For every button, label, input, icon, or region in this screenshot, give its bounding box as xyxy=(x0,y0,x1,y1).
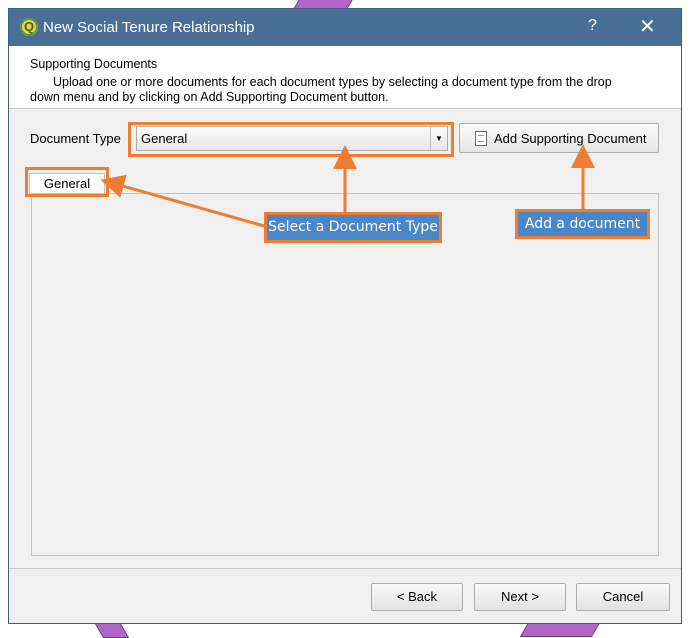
wizard-header: Supporting Documents Upload one or more … xyxy=(9,46,681,109)
tab-content-pane xyxy=(31,193,659,556)
footer-divider xyxy=(9,568,681,569)
page-title: Supporting Documents xyxy=(30,57,158,71)
cancel-button[interactable]: Cancel xyxy=(576,583,670,611)
add-document-callout: Add a document xyxy=(515,209,650,239)
document-icon xyxy=(475,131,487,146)
next-button[interactable]: Next > xyxy=(474,583,566,611)
add-supporting-document-button[interactable]: Add Supporting Document xyxy=(459,123,659,153)
title-bar: Q New Social Tenure Relationship ? ✕ xyxy=(9,9,681,46)
document-type-label: Document Type xyxy=(30,131,121,146)
select-document-type-callout: Select a Document Type xyxy=(264,212,442,243)
add-supporting-document-label: Add Supporting Document xyxy=(494,131,647,146)
window-title: New Social Tenure Relationship xyxy=(43,19,255,36)
qgis-logo-icon: Q xyxy=(20,18,38,36)
dropdown-highlight xyxy=(128,122,454,157)
page-description-continued: down menu and by clicking on Add Support… xyxy=(30,90,389,104)
dialog-window: Q New Social Tenure Relationship ? ✕ Sup… xyxy=(8,8,682,624)
help-button[interactable]: ? xyxy=(588,17,597,35)
tab-highlight xyxy=(25,167,109,197)
close-button[interactable]: ✕ xyxy=(639,14,656,39)
page-description: Upload one or more documents for each do… xyxy=(53,75,612,89)
back-button[interactable]: < Back xyxy=(371,583,463,611)
